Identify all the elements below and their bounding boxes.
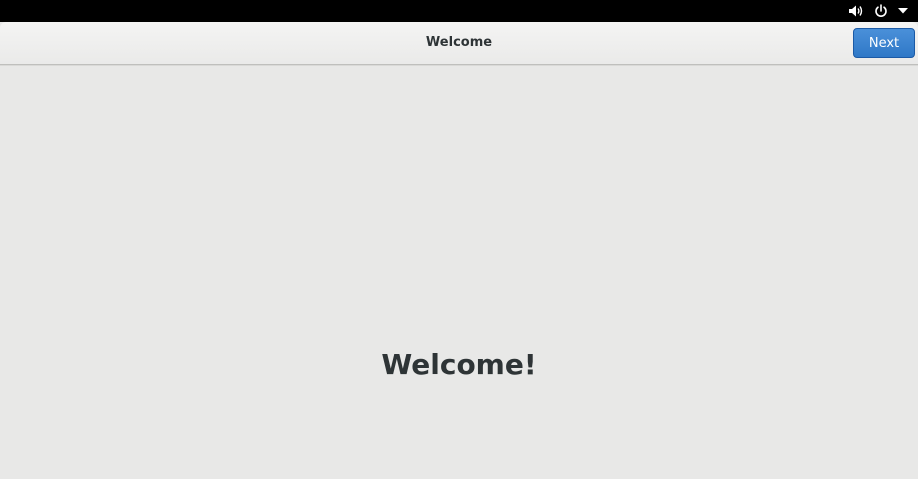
- welcome-heading: Welcome!: [381, 348, 537, 381]
- header-bar: Welcome Next: [0, 22, 918, 65]
- volume-icon[interactable]: [848, 0, 864, 22]
- setup-window: Welcome Next Welcome!: [0, 22, 918, 479]
- power-icon[interactable]: [874, 0, 888, 22]
- screen: Welcome Next Welcome!: [0, 0, 918, 479]
- main-content: Welcome!: [0, 65, 918, 479]
- dropdown-arrow-icon[interactable]: [898, 0, 908, 22]
- top-bar: [0, 0, 918, 22]
- system-tray[interactable]: [848, 0, 918, 22]
- window-title: Welcome: [425, 35, 493, 50]
- next-button[interactable]: Next: [853, 28, 915, 58]
